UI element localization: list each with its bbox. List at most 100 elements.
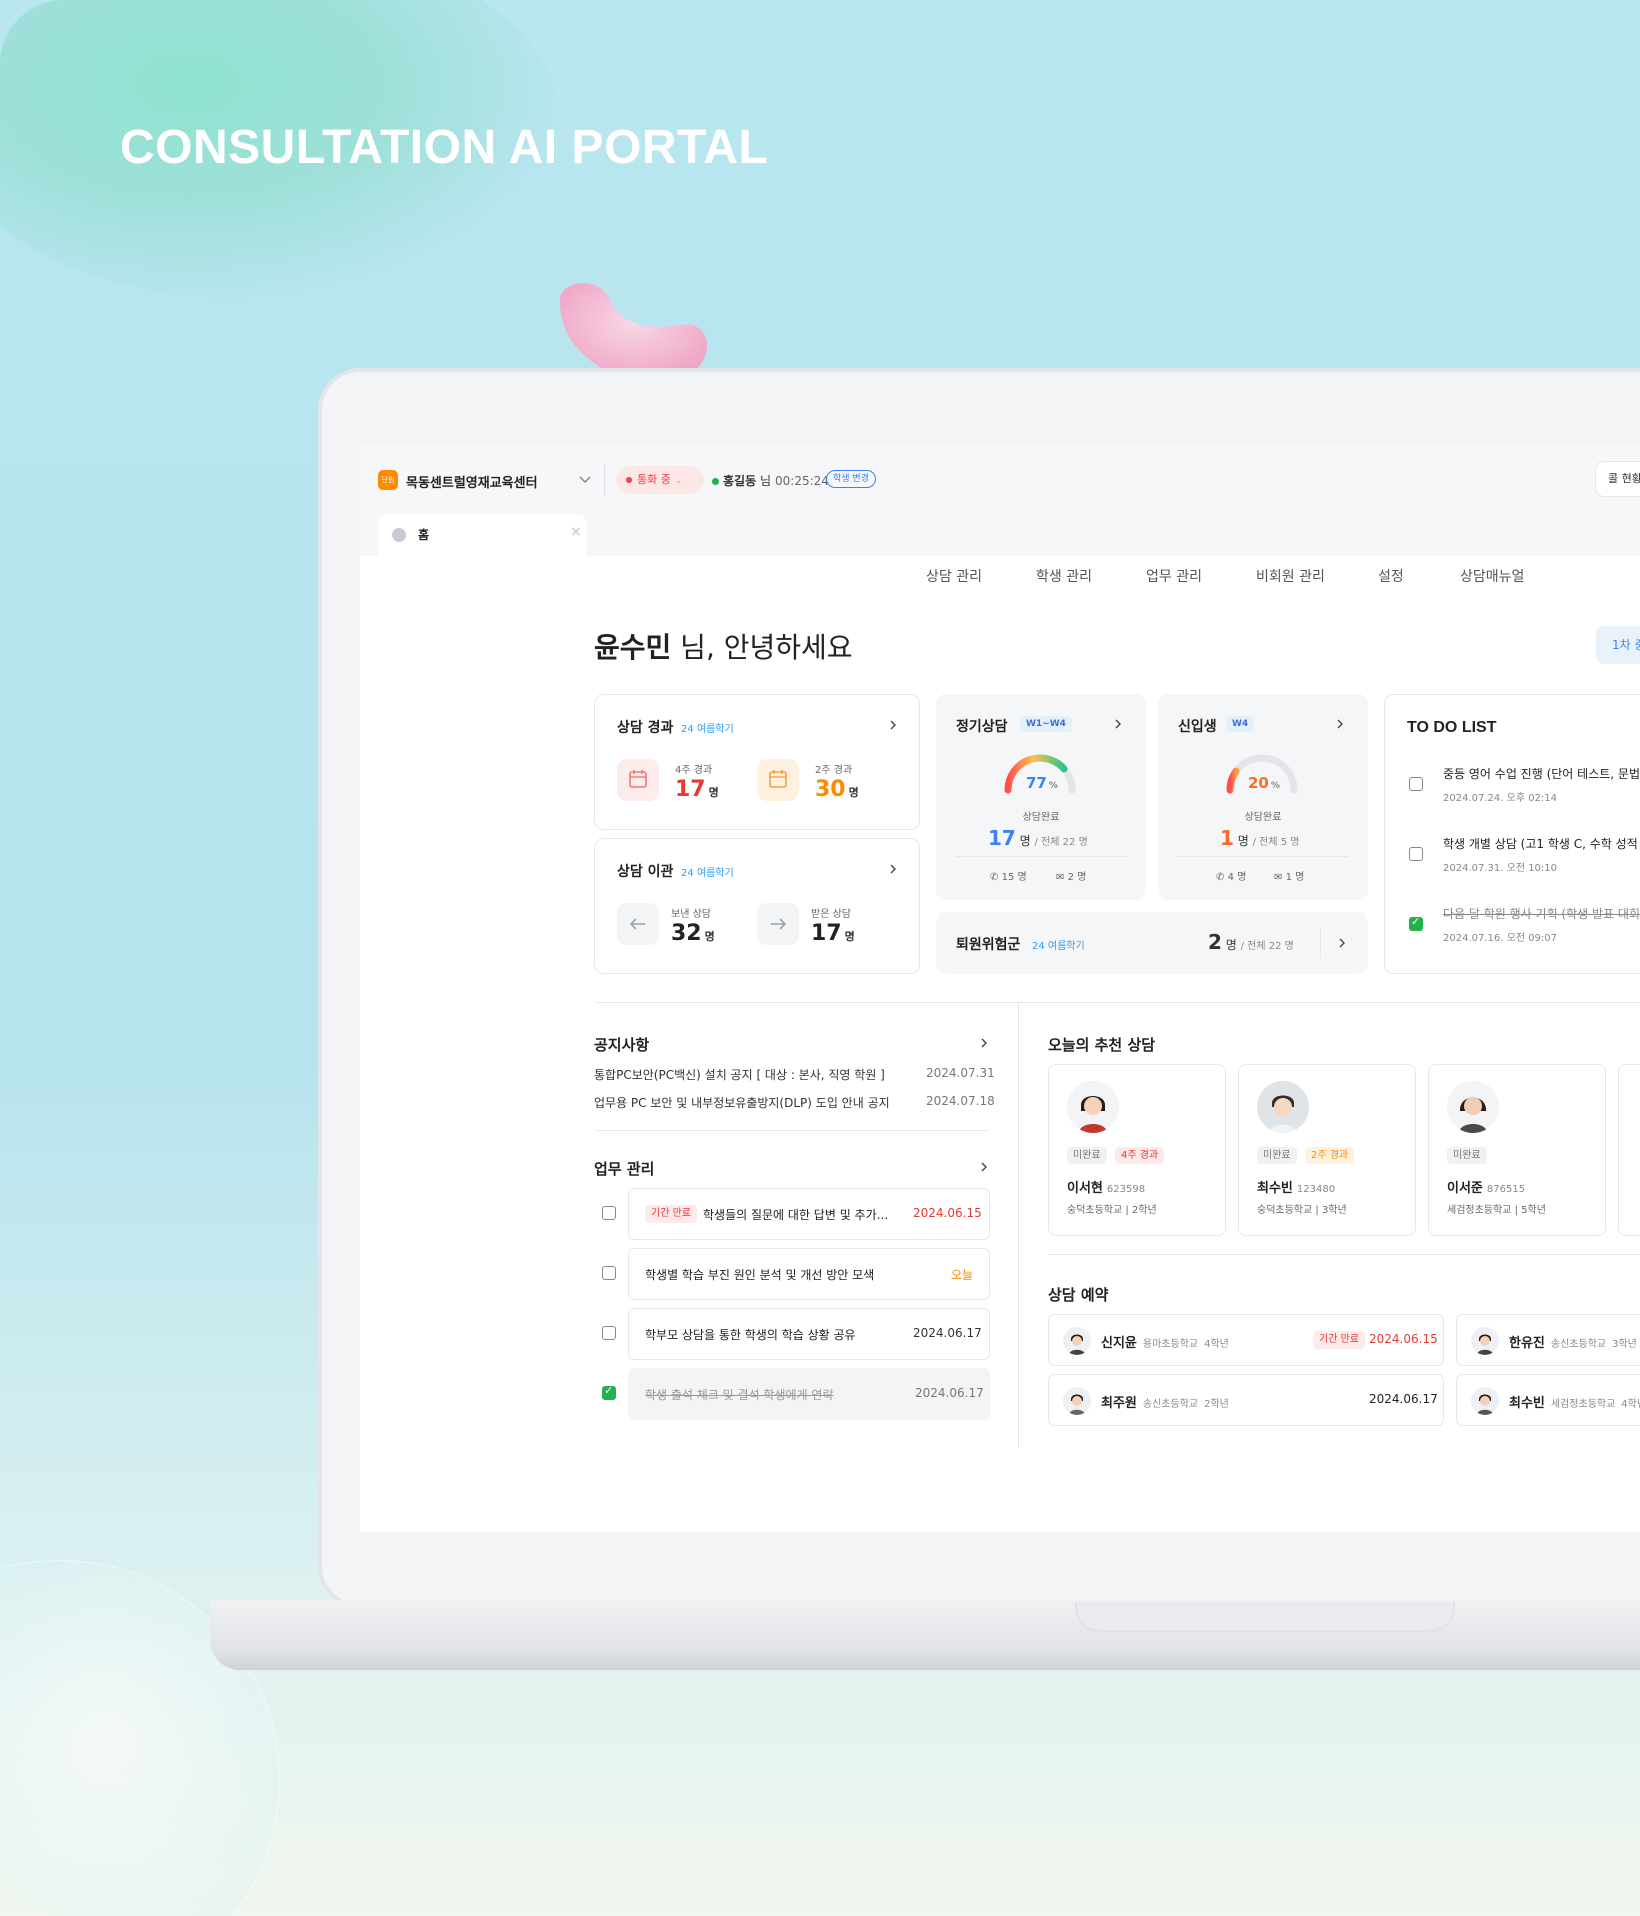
notice-date: 2024.07.18 [926,1094,995,1108]
caller-info: 홍길동 님 00:25:24 [712,472,829,489]
grade: 2학년 [1204,1399,1229,1410]
avatar [1471,1327,1499,1355]
notice-date: 2024.07.31 [926,1066,995,1080]
task-text: 학생 출석 체크 및 결석 학생에게 연락 [645,1388,834,1402]
consult-transfer-card[interactable]: 상담 이관 24 여름학기 보낸 상담 32 명 받은 상담 17 명 [594,838,920,974]
reservation-row[interactable]: 최수빈 세검정초등학교 4학년 [1456,1374,1640,1426]
nav-item-manual[interactable]: 상담매뉴얼 [1460,566,1524,586]
todo-item-date: 2024.07.16. 오전 09:07 [1443,933,1558,944]
task-row[interactable]: 학생 출석 체크 및 결석 학생에게 연락 2024.06.17 [628,1368,990,1420]
recommend-card[interactable]: 미완료 2주 경과 최수빈 123480 숭덕초등학교 | 3학년 [1238,1064,1416,1236]
mail-count: ✉ 2 명 [1056,868,1086,883]
nav-item-task[interactable]: 업무 관리 [1146,566,1202,586]
close-icon[interactable]: × [570,524,582,540]
record-dot-icon [626,477,632,483]
four-week-label: 4주 경과 [675,765,713,776]
chevron-down-icon[interactable] [578,472,592,486]
school-name: 숭덕초등학교 [1067,1205,1123,1216]
card-title: 정기상담 [956,719,1008,735]
unit: 명 [848,786,859,799]
task-date: 2024.06.17 [915,1386,984,1400]
student-name-text: 최수빈 [1509,1396,1545,1411]
grade: 2학년 [1131,1205,1157,1216]
call-status-button[interactable]: 통화 중 ⌄ [616,466,704,494]
student-name-text: 신지윤 [1101,1336,1137,1351]
todo-card: TO DO LIST 중등 영어 수업 진행 (단어 테스트, 문법 2024.… [1384,694,1640,974]
chevron-right-icon[interactable] [1336,937,1348,949]
phone-icon: ✆ [990,872,999,883]
chevron-right-icon[interactable] [887,719,899,731]
avatar [1257,1081,1309,1133]
chevron-right-icon[interactable] [887,863,899,875]
newcomer-card[interactable]: 신입생 W4 20% 상담완료 1 명 / 전체 5 명 ✆ 4 명 ✉ 1 명 [1158,694,1368,900]
divider [1048,1254,1640,1255]
reservation-row[interactable]: 신지윤 용마초등학교 4학년 기간 만료 2024.06.15 [1048,1314,1444,1366]
task-row[interactable]: 기간 만료 학생들의 질문에 대한 답변 및 추가... 2024.06.15 [628,1188,990,1240]
sent-value: 32 명 [671,921,715,946]
task-checkbox-checked[interactable] [602,1384,616,1400]
student-name-text: 최수빈 [1257,1181,1293,1196]
mail-icon: ✉ [1056,872,1065,883]
task-checkbox[interactable] [602,1206,616,1220]
tab-home[interactable]: 홈 × [378,514,586,556]
nav-item-student[interactable]: 학생 관리 [1036,566,1092,586]
recommend-card[interactable]: 미완료 이서준 876515 세검정초등학교 | 5학년 [1428,1064,1606,1236]
call-status-summary-button[interactable]: 콜 현황 [1596,462,1640,496]
count-unit: 명 [1225,938,1237,952]
phone-icon: ✆ [1216,872,1225,883]
reservation-row[interactable]: 최주원 송신초등학교 2학년 2024.06.17 [1048,1374,1444,1426]
count-unit: 명 [1237,834,1249,848]
phone-count-text: 15 명 [1001,872,1027,883]
task-date: 2024.06.17 [913,1326,982,1340]
reservation-row[interactable]: 한유진 송신초등학교 3학년 [1456,1314,1640,1366]
notice-item[interactable]: 업무용 PC 보안 및 내부정보유출방지(DLP) 도입 안내 공지 [594,1094,890,1111]
todo-checkbox[interactable] [1409,847,1423,861]
chevron-right-icon[interactable] [978,1161,990,1173]
chevron-right-icon[interactable] [978,1037,990,1049]
nav-item-non-member[interactable]: 비회원 관리 [1256,566,1325,586]
student-id: 876515 [1486,1184,1526,1195]
tab-home-label: 홈 [418,528,430,542]
dropout-risk-card[interactable]: 퇴원위험군 24 여름학기 2 명 / 전체 22 명 [936,912,1368,974]
main-nav: 상담 관리 학생 관리 업무 관리 비회원 관리 설정 상담매뉴얼 [360,566,1640,596]
center-selector[interactable]: 목동센트럴영재교육센터 [406,472,538,491]
chevron-right-icon[interactable] [1112,718,1124,730]
consult-result-card[interactable]: 상담 경과 24 여름학기 4주 경과 17 명 2주 경과 30 명 [594,694,920,830]
mail-count-text: 2 명 [1067,872,1087,883]
chevron-right-icon[interactable] [1334,718,1346,730]
task-checkbox[interactable] [602,1266,616,1280]
todo-checkbox-checked[interactable] [1409,915,1423,931]
expired-tag: 기간 만료 [645,1205,697,1223]
regular-percent: 77% [1026,774,1058,792]
grade: 5학년 [1521,1205,1546,1216]
nav-item-consult[interactable]: 상담 관리 [926,566,982,586]
student-change-button[interactable]: 학생 변경 [826,470,876,488]
greeting: 윤수민 님, 안녕하세요 [594,626,853,666]
regular-consult-card[interactable]: 정기상담 W1~W4 77% 상담완료 17 명 / 전체 22 명 ✆ 15 … [936,694,1146,900]
notice-item[interactable]: 통합PC보안(PC백신) 설치 공지 [ 대상 : 본사, 직영 학원 ] [594,1066,885,1083]
recommend-card-partial[interactable] [1618,1064,1640,1236]
two-week-value: 30 명 [815,777,859,802]
unit: 명 [704,930,715,943]
sent-number: 32 [671,921,702,946]
task-checkbox[interactable] [602,1326,616,1340]
reservation-date: 2024.06.15 [1369,1332,1438,1346]
grade: 3학년 [1612,1339,1637,1350]
count-value: 2 [1208,930,1222,954]
nav-item-settings[interactable]: 설정 [1378,566,1404,586]
student-id: 123480 [1296,1184,1336,1195]
status-badge: 미완료 [1257,1147,1297,1164]
grade: 3학년 [1321,1205,1347,1216]
school-name: 용마초등학교 [1142,1339,1199,1350]
task-row[interactable]: 학생별 학습 부진 원인 분석 및 개선 방안 모색 오늘 [628,1248,990,1300]
todo-item-date: 2024.07.24. 오후 02:14 [1443,793,1558,804]
task-row[interactable]: 학부모 상담을 통한 학생의 학습 상황 공유 2024.06.17 [628,1308,990,1360]
recommend-card[interactable]: 미완료 4주 경과 이서현 623598 숭덕초등학교 | 2학년 [1048,1064,1226,1236]
elapsed-badge: 4주 경과 [1115,1147,1165,1164]
semester-tag: 24 여름학기 [681,868,734,879]
phase-button[interactable]: 1차 중 [1596,626,1640,664]
grade: 4학년 [1621,1399,1640,1410]
todo-checkbox[interactable] [1409,777,1423,791]
caller-name: 홍길동 [723,474,757,488]
newcomer-percent: 20% [1248,774,1280,792]
